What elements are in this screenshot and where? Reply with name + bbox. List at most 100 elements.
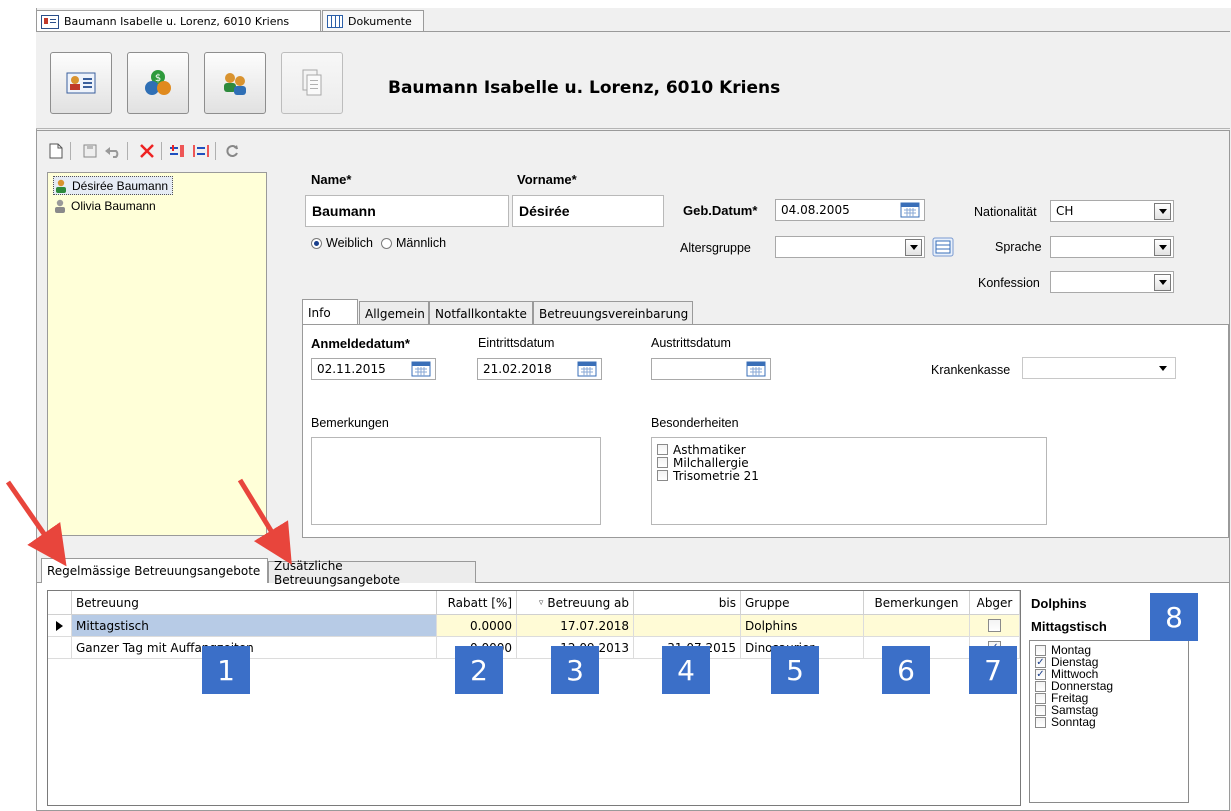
radio-maennlich[interactable] (381, 237, 393, 249)
calendar-icon[interactable] (411, 361, 431, 377)
bemerkungen-textarea[interactable] (311, 437, 601, 525)
table-cell[interactable]: 0.0000 (437, 615, 517, 637)
list-item-label: Olivia Baumann (71, 198, 156, 213)
tab-betreuungsvereinbarung[interactable]: Betreuungsvereinbarung (533, 301, 693, 325)
gebdatum-field[interactable]: 04.08.2005 (775, 199, 925, 221)
family-card-button[interactable] (50, 52, 112, 114)
pages-icon (302, 69, 322, 96)
chevron-down-icon[interactable] (1154, 273, 1171, 291)
besonderheit-item[interactable]: Asthmatiker (657, 442, 1046, 457)
besonderheit-item[interactable]: Trisometrie 21 (657, 468, 1046, 483)
checkbox-sonntag[interactable] (1035, 716, 1046, 728)
calendar-icon[interactable] (577, 361, 597, 377)
table-cell[interactable]: Dolphins (741, 615, 864, 637)
checkbox-samstag[interactable] (1035, 704, 1046, 716)
documents-button[interactable] (281, 52, 343, 114)
annotation-badge: 8 (1150, 593, 1198, 641)
table-cell[interactable]: Ganzer Tag mit Auffangzeiten (72, 637, 437, 659)
altersgruppe-select[interactable] (775, 236, 925, 258)
checkbox-dienstag[interactable]: ✓ (1035, 656, 1046, 668)
row-indicator[interactable] (48, 615, 72, 637)
checkbox-trisometrie[interactable] (657, 470, 668, 481)
table-icon[interactable] (932, 237, 954, 257)
checkbox-montag[interactable] (1035, 644, 1046, 656)
contacts-button[interactable] (204, 52, 266, 114)
gebdatum-value: 04.08.2005 (781, 203, 850, 217)
tab-zusaetzliche-label: Zusätzliche Betreuungsangebote (274, 558, 401, 587)
besonderheit-item[interactable]: Milchallergie (657, 456, 1046, 470)
besonderheiten-label: Besonderheiten (651, 416, 739, 430)
list-item[interactable]: Olivia Baumann (53, 197, 160, 214)
row-indicator[interactable] (48, 637, 72, 659)
delete-icon[interactable] (137, 140, 157, 162)
anmeldedatum-value: 02.11.2015 (317, 362, 386, 376)
radio-maennlich-label: Männlich (396, 236, 447, 250)
tab-allgemein[interactable]: Allgemein (359, 301, 429, 325)
konfession-select[interactable] (1050, 271, 1174, 293)
checkbox-label: Trisometrie 21 (673, 468, 759, 483)
weekday-list[interactable]: Montag ✓ Dienstag ✓ Mittwoch Donnerstag Fr… (1029, 640, 1189, 803)
side-group-title: Dolphins (1031, 596, 1087, 611)
column-header-bemerkungen[interactable]: Bemerkungen (864, 591, 970, 615)
vorname-label: Vorname* (517, 172, 577, 187)
checkbox-label: Asthmatiker (673, 442, 746, 457)
weekday-item[interactable]: Sonntag (1035, 715, 1188, 729)
annotation-badge: 2 (455, 646, 503, 694)
radio-weiblich[interactable] (311, 237, 322, 249)
table-cell[interactable]: 17.07.2018 (517, 615, 634, 637)
tab-info[interactable]: Info (302, 299, 358, 326)
contact-card-icon (41, 14, 59, 29)
checkbox-donnerstag[interactable] (1035, 680, 1046, 692)
refresh-icon[interactable] (222, 140, 242, 162)
name-field[interactable]: Baumann (305, 195, 509, 227)
chevron-down-icon[interactable] (905, 238, 922, 256)
tab-family-label: Baumann Isabelle u. Lorenz, 6010 Kriens (64, 14, 290, 28)
checkbox-mittwoch[interactable]: ✓ (1035, 668, 1046, 680)
eintrittsdatum-field[interactable]: 21.02.2018 (477, 358, 602, 380)
remove-rows-icon[interactable] (191, 140, 211, 162)
checkbox-milchallergie[interactable] (657, 457, 668, 468)
krankenkasse-select[interactable] (1022, 357, 1176, 379)
table-cell[interactable] (634, 615, 741, 637)
annotation-badge: 3 (551, 646, 599, 694)
save-icon[interactable] (80, 140, 100, 162)
tab-family[interactable]: Baumann Isabelle u. Lorenz, 6010 Kriens (36, 10, 321, 32)
chevron-down-icon[interactable] (1154, 202, 1171, 220)
table-cell[interactable]: Mittagstisch (72, 615, 437, 637)
column-header-betreuung[interactable]: Betreuung (72, 591, 437, 615)
anmeldedatum-field[interactable]: 02.11.2015 (311, 358, 436, 380)
column-header-rabatt[interactable]: Rabatt [%] (437, 591, 517, 615)
column-header-gruppe[interactable]: Gruppe (741, 591, 864, 615)
gender-group: Weiblich Männlich (311, 236, 446, 250)
toolbar-separator (161, 142, 162, 160)
add-rows-icon[interactable] (168, 140, 188, 162)
column-header-bis[interactable]: bis (634, 591, 741, 615)
table-cell[interactable] (970, 615, 1020, 637)
tab-notfallkontakte[interactable]: Notfallkontakte (429, 301, 533, 325)
chevron-down-icon[interactable] (1159, 365, 1167, 371)
besonderheiten-list[interactable]: Asthmatiker Milchallergie Trisometrie 21 (651, 437, 1047, 525)
eintrittsdatum-value: 21.02.2018 (483, 362, 552, 376)
checkbox-asthmatiker[interactable] (657, 444, 668, 455)
checkbox-freitag[interactable] (1035, 692, 1046, 704)
calendar-icon[interactable] (900, 202, 920, 218)
chevron-down-icon[interactable] (1154, 238, 1171, 256)
nationalitaet-select[interactable]: CH (1050, 200, 1174, 222)
betreuung-grid: Betreuung Rabatt [%] ▿ Betreuung ab bis G… (47, 590, 1021, 806)
undo-icon[interactable] (103, 140, 123, 162)
finance-button[interactable]: $ (127, 52, 189, 114)
list-item[interactable]: Désirée Baumann (53, 176, 174, 195)
column-header-betreuung-ab[interactable]: ▿ Betreuung ab (517, 591, 634, 615)
toolbar-separator (215, 142, 216, 160)
new-icon[interactable] (46, 140, 66, 162)
column-header-label: Betreuung ab (547, 595, 629, 610)
sprache-select[interactable] (1050, 236, 1174, 258)
abger-checkbox[interactable] (988, 619, 1001, 632)
table-cell[interactable] (864, 615, 970, 637)
side-offer-title: Mittagstisch (1031, 619, 1107, 634)
austrittsdatum-field[interactable] (651, 358, 771, 380)
vorname-field[interactable]: Désirée (512, 195, 664, 227)
column-header-abger[interactable]: Abger (970, 591, 1020, 615)
calendar-icon[interactable] (746, 361, 766, 377)
tab-dokumente[interactable]: Dokumente (322, 10, 424, 32)
